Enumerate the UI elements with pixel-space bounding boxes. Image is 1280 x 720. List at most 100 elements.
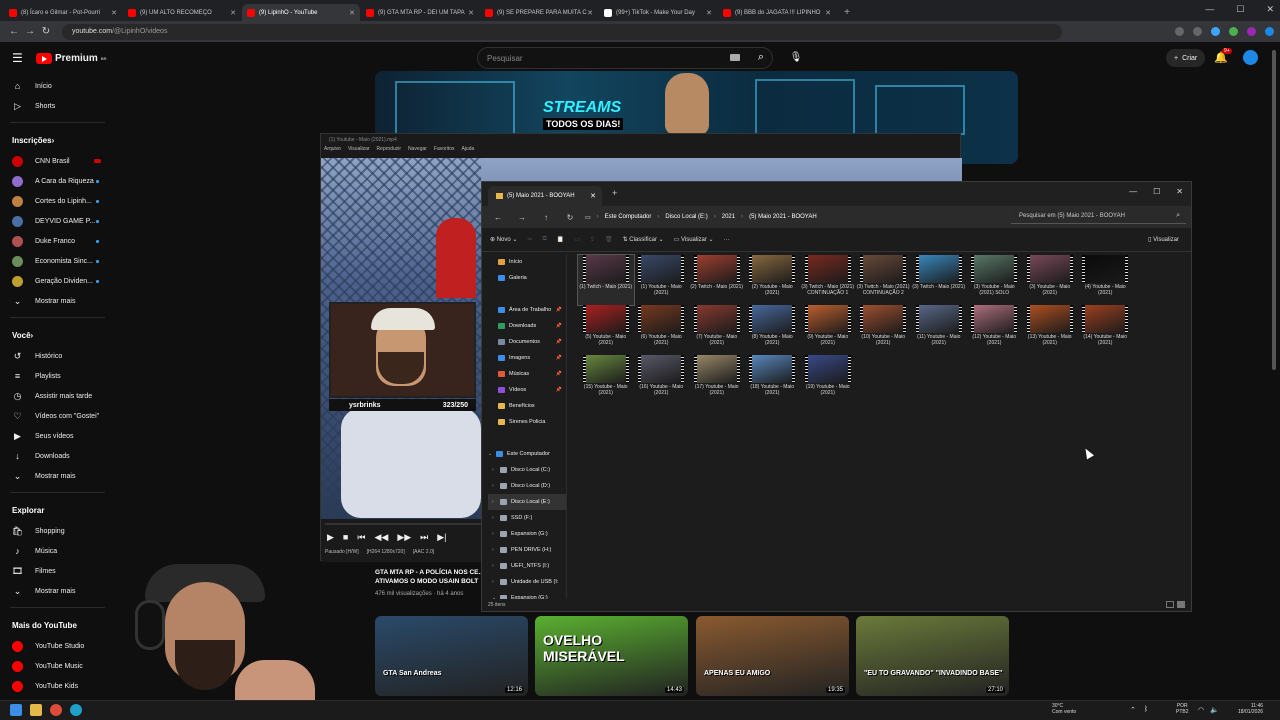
skip-back-icon[interactable]: ⏮ xyxy=(357,532,365,543)
video-thumbnail[interactable]: "EU TO GRAVANDO" "INVADINDO BASE" 27:10 xyxy=(856,616,1009,696)
browser-tab[interactable]: (9) GTA MTA RP - DEI UM TAPA ✕ xyxy=(361,4,479,21)
breadcrumb-item[interactable]: Este Computador xyxy=(605,214,652,220)
file-item[interactable]: (3) Twitch - Maio (2021) CONTINUAÇÃO 1 xyxy=(800,255,856,305)
chevron-right-icon[interactable]: › xyxy=(492,483,500,489)
close-icon[interactable]: ✕ xyxy=(825,9,831,17)
nav-item[interactable]: Galeria xyxy=(488,270,566,286)
sidebar-item-channel[interactable]: CNN Brasil xyxy=(0,151,115,171)
nav-item[interactable]: Sirenes Policia xyxy=(488,414,566,430)
file-item[interactable]: (2) Youtube - Maio (2021) xyxy=(745,255,801,305)
sidebar-item[interactable]: ⌂ Início xyxy=(0,76,115,96)
file-item[interactable]: (11) Youtube - Maio (2021) xyxy=(911,305,967,355)
nav-item[interactable]: Vídeos 📌 xyxy=(488,382,566,398)
skip-forward-icon[interactable]: ⏭ xyxy=(420,532,428,543)
nav-item[interactable]: Documentos 📌 xyxy=(488,334,566,350)
clock[interactable]: 11:46 18/01/2026 xyxy=(1238,703,1263,715)
sidebar-item[interactable]: ↺ Histórico xyxy=(0,346,115,366)
chevron-right-icon[interactable]: › xyxy=(492,499,500,505)
mic-icon[interactable]: 🎙 xyxy=(788,52,804,68)
file-item[interactable]: (3) Youtube - Maio (2021) SOLO xyxy=(967,255,1023,305)
nav-item[interactable]: Downloads 📌 xyxy=(488,318,566,334)
file-item[interactable]: (4) Youtube - Maio (2021) xyxy=(1078,255,1134,305)
details-view-icon[interactable] xyxy=(1166,601,1174,608)
breadcrumb-item[interactable]: (5) Maio 2021 - BOOYAH xyxy=(749,214,817,220)
nav-item[interactable]: › Disco Local (D:) xyxy=(488,478,566,494)
sidebar-item[interactable]: YouTube Kids xyxy=(0,676,115,696)
nav-item[interactable]: ⌄ Este Computador xyxy=(488,446,566,462)
forward-icon[interactable]: → xyxy=(514,213,530,222)
pane-divider[interactable] xyxy=(566,254,567,599)
menu-icon[interactable]: ☰ xyxy=(12,51,24,65)
chevron-up-icon[interactable]: ⌃ xyxy=(1130,706,1136,714)
nav-item[interactable]: › Disco Local (C:) xyxy=(488,462,566,478)
file-item[interactable]: (12) Youtube - Maio (2021) xyxy=(967,305,1023,355)
nav-item[interactable]: › PEN DRIVE (H:) xyxy=(488,542,566,558)
chrome-icon[interactable] xyxy=(50,704,62,716)
browser-tab[interactable]: (9) LipinhO - YouTube ✕ xyxy=(242,4,360,21)
extension-icon[interactable] xyxy=(1229,27,1238,36)
wifi-icon[interactable]: ◠ xyxy=(1198,706,1204,714)
search-input[interactable]: Pesquisar ⌕ xyxy=(477,47,773,69)
file-item[interactable]: (6) Youtube - Maio (2021) xyxy=(634,305,690,355)
avatar[interactable] xyxy=(1243,50,1258,65)
sidebar-item[interactable]: 🛍 Shopping xyxy=(0,521,115,541)
extension-icon[interactable] xyxy=(1211,27,1220,36)
extension-icon[interactable] xyxy=(1193,27,1202,36)
file-item[interactable]: (5) Youtube - Maio (2021) xyxy=(578,305,634,355)
sidebar-item[interactable]: ♪ Música xyxy=(0,541,115,561)
view-button[interactable]: ▭ Visualizar ⌄ xyxy=(674,236,714,243)
player-menu-item[interactable]: Ajuda xyxy=(461,146,474,156)
file-item[interactable]: (3) Youtube - Maio (2021) xyxy=(1022,255,1078,305)
player-menu-item[interactable]: Visualizar xyxy=(348,146,370,156)
minimize-icon[interactable]: — xyxy=(1205,4,1214,15)
details-pane-button[interactable]: ▯ Visualizar xyxy=(1148,236,1179,243)
more-options-button[interactable]: ··· xyxy=(724,237,730,243)
file-item[interactable]: (3) Twitch - Maio (2021) xyxy=(911,255,967,305)
close-icon[interactable]: ✕ xyxy=(111,9,117,17)
nav-item[interactable]: › UEFI_NTFS (I:) xyxy=(488,558,566,574)
extension-icon[interactable] xyxy=(1175,27,1184,36)
language-indicator[interactable]: POR PTB2 xyxy=(1176,703,1189,715)
close-icon[interactable]: ✕ xyxy=(1266,4,1274,15)
player-menu-item[interactable]: Reproduzir xyxy=(377,146,401,156)
breadcrumb-item[interactable]: 2021 xyxy=(722,214,735,220)
back-icon[interactable]: ← xyxy=(6,26,22,37)
edge-icon[interactable] xyxy=(70,704,82,716)
nav-item[interactable]: › Unidade de USB (I: xyxy=(488,574,566,590)
file-explorer-icon[interactable] xyxy=(30,704,42,716)
close-icon[interactable]: ✕ xyxy=(706,9,712,17)
reload-icon[interactable]: ↻ xyxy=(38,26,54,37)
chevron-right-icon[interactable]: › xyxy=(492,547,500,553)
sidebar-item-channel[interactable]: Cortes do Lipinh... xyxy=(0,191,115,211)
file-item[interactable]: (18) Youtube - Maio (2021) xyxy=(745,355,801,405)
bluetooth-icon[interactable]: ᛒ xyxy=(1144,706,1148,714)
frame-step-icon[interactable]: ▶| xyxy=(437,532,446,543)
search-icon[interactable]: ⌕ xyxy=(758,51,764,64)
nav-item[interactable]: Imagens 📌 xyxy=(488,350,566,366)
sidebar-item-channel[interactable]: Economista Sinc... xyxy=(0,251,115,271)
explorer-tab[interactable]: (5) Maio 2021 - BOOYAH ✕ xyxy=(488,186,602,206)
chevron-right-icon[interactable]: › xyxy=(492,579,500,585)
close-icon[interactable]: ✕ xyxy=(587,9,593,17)
sidebar-item[interactable]: ≡ Playlists xyxy=(0,366,115,386)
explorer-search-input[interactable]: Pesquisar em (5) Maio 2021 - BOOYAH ⌕ xyxy=(1011,210,1186,224)
extension-icon[interactable] xyxy=(1247,27,1256,36)
nav-item[interactable]: › Expansion (G:) xyxy=(488,526,566,542)
nav-item[interactable]: › Disco Local (E:) xyxy=(488,494,566,510)
sort-button[interactable]: ⇅ Classificar ⌄ xyxy=(623,236,664,243)
sidebar-item-channel[interactable]: Geração Dividen... xyxy=(0,271,115,291)
you-heading[interactable]: Você › xyxy=(0,324,115,346)
file-item[interactable]: (13) Youtube - Maio (2021) xyxy=(1022,305,1078,355)
nav-item[interactable]: Músicas 📌 xyxy=(488,366,566,382)
video-thumbnail[interactable]: OVELHO MISERÁVEL 14:43 xyxy=(535,616,688,696)
new-tab-button[interactable]: + xyxy=(612,188,617,198)
browser-tab[interactable]: (8) Ícaro e Gilmar - Pot-Pourri ✕ xyxy=(4,4,122,21)
chevron-down-icon[interactable]: ⌄ xyxy=(488,451,496,457)
close-icon[interactable]: ✕ xyxy=(230,9,236,17)
sidebar-item[interactable]: ▷ Shorts xyxy=(0,96,115,116)
breadcrumb-item[interactable]: Disco Local (E:) xyxy=(665,214,707,220)
show-more-button[interactable]: ⌄ Mostrar mais xyxy=(0,291,115,311)
video-thumbnail[interactable]: GTA San Andreas 12:16 xyxy=(375,616,528,696)
close-icon[interactable]: ✕ xyxy=(590,192,596,200)
sidebar-item[interactable]: ♡ Vídeos com "Gostei" xyxy=(0,406,115,426)
